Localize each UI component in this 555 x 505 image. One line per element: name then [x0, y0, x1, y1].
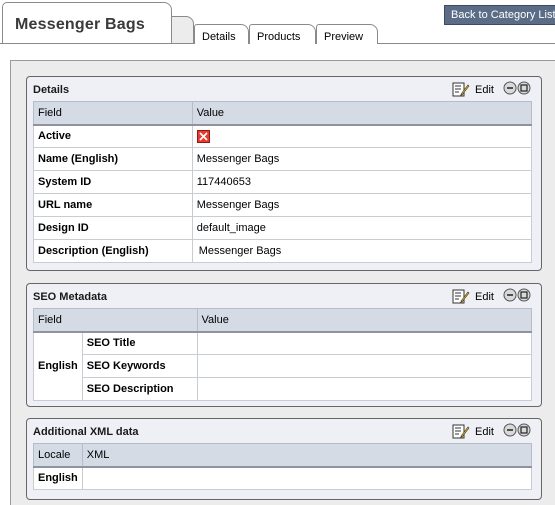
table-row: English [33, 466, 533, 490]
content-area: Details Edit Field Value Active Name (En… [10, 60, 555, 505]
table-row: Description (English) Messenger Bags [33, 239, 533, 263]
tab-preview[interactable]: Preview [316, 24, 378, 44]
field-value: Messenger Bags [191, 147, 533, 171]
xml-panel-title: Additional XML data [33, 426, 139, 438]
table-row: Name (English) Messenger Bags [33, 147, 533, 171]
collapse-expand-icon[interactable] [503, 423, 533, 437]
table-row: Active [33, 124, 533, 148]
tab-products[interactable]: Products [249, 24, 316, 44]
collapse-expand-icon[interactable] [503, 288, 533, 302]
field-label: Description (English) [33, 239, 193, 263]
seo-table: Field Value English SEO Title SEO Keywor… [33, 308, 532, 401]
category-title-tab: Messenger Bags [2, 2, 172, 43]
field-label: Design ID [33, 216, 193, 240]
column-header-locale: Locale [33, 443, 83, 468]
table-row: English SEO Title [33, 331, 532, 401]
field-value [196, 354, 532, 378]
field-value [196, 377, 532, 401]
field-value: 117440653 [191, 170, 533, 194]
locale-label: English [33, 466, 83, 490]
details-panel-title: Details [33, 84, 70, 96]
field-label: Name (English) [33, 147, 193, 171]
inactive-x-icon [196, 129, 210, 143]
edit-label[interactable]: Edit [475, 426, 494, 438]
table-row: URL name Messenger Bags [33, 193, 533, 217]
collapse-expand-icon[interactable] [503, 81, 533, 95]
xml-table: Locale XML English [33, 443, 533, 490]
table-row: Design ID default_image [33, 216, 533, 240]
seo-panel-title: SEO Metadata [33, 291, 107, 303]
field-label: System ID [33, 170, 193, 194]
field-label: URL name [33, 193, 193, 217]
field-value: Messenger Bags [191, 239, 533, 263]
table-row: SEO Description [34, 377, 532, 401]
locale-label: English [33, 331, 83, 401]
tab-details[interactable]: Details [194, 24, 249, 44]
column-header-field: Field [33, 101, 193, 126]
table-row: System ID 117440653 [33, 170, 533, 194]
tab-details-label: Details [202, 31, 236, 43]
edit-label[interactable]: Edit [475, 291, 494, 303]
field-label: SEO Description [81, 377, 198, 401]
edit-label[interactable]: Edit [475, 84, 494, 96]
column-header-field: Field [33, 308, 198, 333]
column-header-xml: XML [81, 443, 533, 468]
tab-preview-label: Preview [324, 31, 364, 43]
seo-metadata-panel: SEO Metadata Edit Field Value English SE… [26, 283, 542, 407]
additional-xml-panel: Additional XML data Edit Locale XML Engl… [26, 418, 542, 500]
back-to-category-list-button[interactable]: Back to Category List [444, 5, 555, 25]
column-header-value: Value [196, 308, 532, 333]
field-label: SEO Keywords [81, 354, 198, 378]
page-title: Messenger Bags [15, 16, 145, 33]
field-value: Messenger Bags [191, 193, 533, 217]
edit-icon[interactable] [452, 423, 470, 440]
table-row: SEO Keywords [34, 354, 532, 378]
active-value [191, 124, 533, 148]
details-table: Field Value Active Name (English) Messen… [33, 101, 533, 263]
field-label: SEO Title [81, 331, 198, 355]
details-panel: Details Edit Field Value Active Name (En… [26, 76, 542, 271]
xml-value [81, 466, 533, 490]
field-value: default_image [191, 216, 533, 240]
field-label: Active [33, 124, 193, 148]
field-value [196, 331, 532, 355]
edit-icon[interactable] [452, 81, 470, 98]
tab-products-label: Products [257, 31, 301, 43]
column-header-value: Value [191, 101, 533, 126]
edit-icon[interactable] [452, 288, 470, 305]
